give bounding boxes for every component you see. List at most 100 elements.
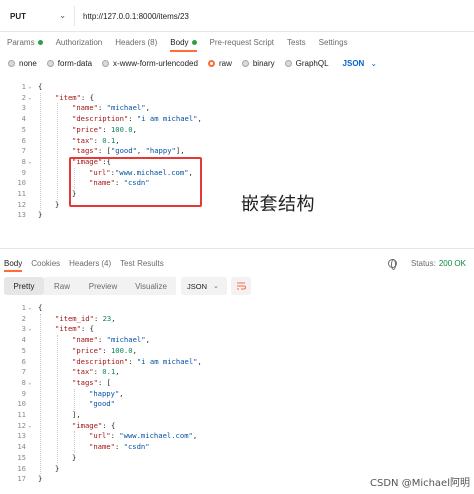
line-number: 11 [17, 410, 26, 419]
status-value: 200 OK [438, 258, 466, 268]
code-text: "description": "i am michael", [72, 114, 202, 124]
line-number: 8 [21, 377, 26, 387]
body-type-raw[interactable]: raw [207, 59, 232, 68]
code-line: 14 "name": "csdn" [0, 442, 474, 453]
line-number: 13 [17, 210, 26, 220]
code-line: 1 ⌄ { [0, 82, 474, 93]
highlight-box [69, 157, 202, 207]
tab-label: Pre-request Script [209, 37, 274, 47]
status-area: Status: 200 OK [387, 254, 466, 272]
fold-arrow-icon[interactable]: ⌄ [28, 421, 32, 432]
fold-arrow-icon[interactable]: ⌄ [28, 324, 32, 335]
view-preview-button[interactable]: Preview [80, 277, 126, 295]
tab-authorization[interactable]: Authorization [56, 32, 103, 52]
line-number: 1 [21, 303, 26, 312]
body-format-select[interactable]: JSON ⌄ [343, 59, 378, 68]
tab-count: (4) [101, 258, 112, 268]
annotation-label: 嵌套结构 [241, 194, 315, 215]
chevron-down-icon: ⌄ [213, 283, 219, 290]
body-type-label: form-data [57, 58, 93, 68]
response-format-select[interactable]: JSON ⌄ [181, 277, 227, 295]
view-pretty-button[interactable]: Pretty [4, 277, 44, 295]
code-line: 3 "name": "michael", [0, 103, 474, 114]
code-text: } [38, 474, 43, 484]
line-number: 5 [21, 124, 26, 134]
url-input[interactable]: http://127.0.0.1:8000/items/23 [74, 6, 474, 26]
code-text: { [38, 303, 43, 312]
indent-guide [57, 103, 58, 200]
code-text: "tags": [ [72, 377, 111, 387]
chevron-down-icon: ⌄ [59, 11, 66, 20]
response-tab-label: Cookies [31, 258, 61, 268]
tab-tests[interactable]: Tests [287, 32, 306, 52]
tab-label: Body [170, 37, 189, 47]
code-line: 7 "tax": 0.1, [0, 367, 474, 378]
fold-arrow-icon[interactable]: ⌄ [28, 93, 32, 104]
tab-settings[interactable]: Settings [319, 32, 348, 52]
response-tab-test-results[interactable]: Test Results [120, 254, 164, 272]
code-text: "name": "michael", [72, 335, 150, 345]
body-type-graphql[interactable]: GraphQL [284, 59, 329, 68]
radio-icon[interactable] [46, 59, 54, 67]
radio-icon[interactable] [207, 59, 215, 67]
view-visualize-button[interactable]: Visualize [126, 277, 176, 295]
line-number: 5 [21, 345, 26, 355]
code-line: 5 "price": 100.0, [0, 346, 474, 357]
tab-pre-request-script[interactable]: Pre-request Script [210, 32, 274, 52]
code-line: 8 ⌄ "tags": [ [0, 378, 474, 389]
code-line: 11], [0, 410, 474, 421]
line-number: 10 [17, 399, 26, 409]
code-line: 7 "tags": ["good", "happy"], [0, 146, 474, 157]
radio-icon[interactable] [8, 59, 15, 67]
method-label: PUT [10, 11, 26, 21]
code-text: "tax": 0.1, [72, 135, 120, 145]
response-body-editor[interactable]: 1 ⌄{2 "item_id": 23, 3 ⌄ "item": {4 "name": "m… [0, 303, 474, 488]
indent-guide [74, 431, 75, 453]
response-tab-body[interactable]: Body [4, 254, 23, 272]
body-type-none[interactable]: none [8, 59, 37, 68]
request-tabs: Params Authorization Headers (8) Body Pre-req… [0, 32, 474, 52]
response-tab-cookies[interactable]: Cookies [31, 254, 60, 272]
globe-icon[interactable] [387, 258, 397, 270]
radio-icon[interactable] [284, 59, 292, 67]
body-type-form-data[interactable]: form-data [46, 58, 93, 68]
tab-headers[interactable]: Headers (8) [115, 32, 157, 52]
tab-params[interactable]: Params [7, 32, 43, 52]
radio-icon[interactable] [241, 59, 249, 67]
line-number: 7 [21, 146, 26, 156]
code-text: } [72, 452, 77, 462]
tab-label: Settings [318, 37, 348, 47]
radio-icon[interactable] [102, 59, 110, 67]
wrap-lines-button[interactable] [231, 277, 251, 295]
code-text: } [55, 199, 60, 209]
status-label: Status: [410, 258, 436, 268]
line-number: 15 [17, 452, 26, 462]
code-text: "url": "www.michael.com", [89, 431, 198, 441]
line-number: 10 [17, 178, 26, 188]
code-line: 2 "item_id": 23, [0, 314, 474, 325]
indent-guide [57, 335, 58, 464]
view-raw-button[interactable]: Raw [44, 277, 80, 295]
chevron-down-icon: ⌄ [370, 58, 378, 68]
code-line: 3 ⌄ "item": { [0, 324, 474, 335]
body-type-label: x-www-form-urlencoded [113, 58, 198, 68]
body-type-x-www-form-urlencoded[interactable]: x-www-form-urlencoded [102, 59, 198, 68]
code-text: "name": "michael", [72, 103, 150, 113]
fold-arrow-icon[interactable]: ⌄ [28, 82, 32, 93]
code-line: 6 "description": "i am michael", [0, 357, 474, 368]
method-select[interactable]: PUT ⌄ [4, 6, 72, 26]
code-line: 4 "name": "michael", [0, 335, 474, 346]
code-line: 10 "good" [0, 399, 474, 410]
body-type-label: binary [252, 58, 275, 68]
body-type-binary[interactable]: binary [241, 58, 275, 68]
code-line: 9 "happy", [0, 389, 474, 400]
line-number: 17 [17, 474, 26, 484]
fold-arrow-icon[interactable]: ⌄ [28, 378, 32, 389]
response-tab-headers[interactable]: Headers (4) [69, 254, 111, 272]
code-line: 5 "price": 100.0, [0, 125, 474, 136]
fold-arrow-icon[interactable]: ⌄ [28, 303, 32, 314]
code-text: "tags": ["good", "happy"], [72, 146, 185, 156]
fold-arrow-icon[interactable]: ⌄ [28, 157, 32, 168]
code-text: { [38, 82, 43, 91]
tab-body[interactable]: Body [170, 32, 197, 52]
